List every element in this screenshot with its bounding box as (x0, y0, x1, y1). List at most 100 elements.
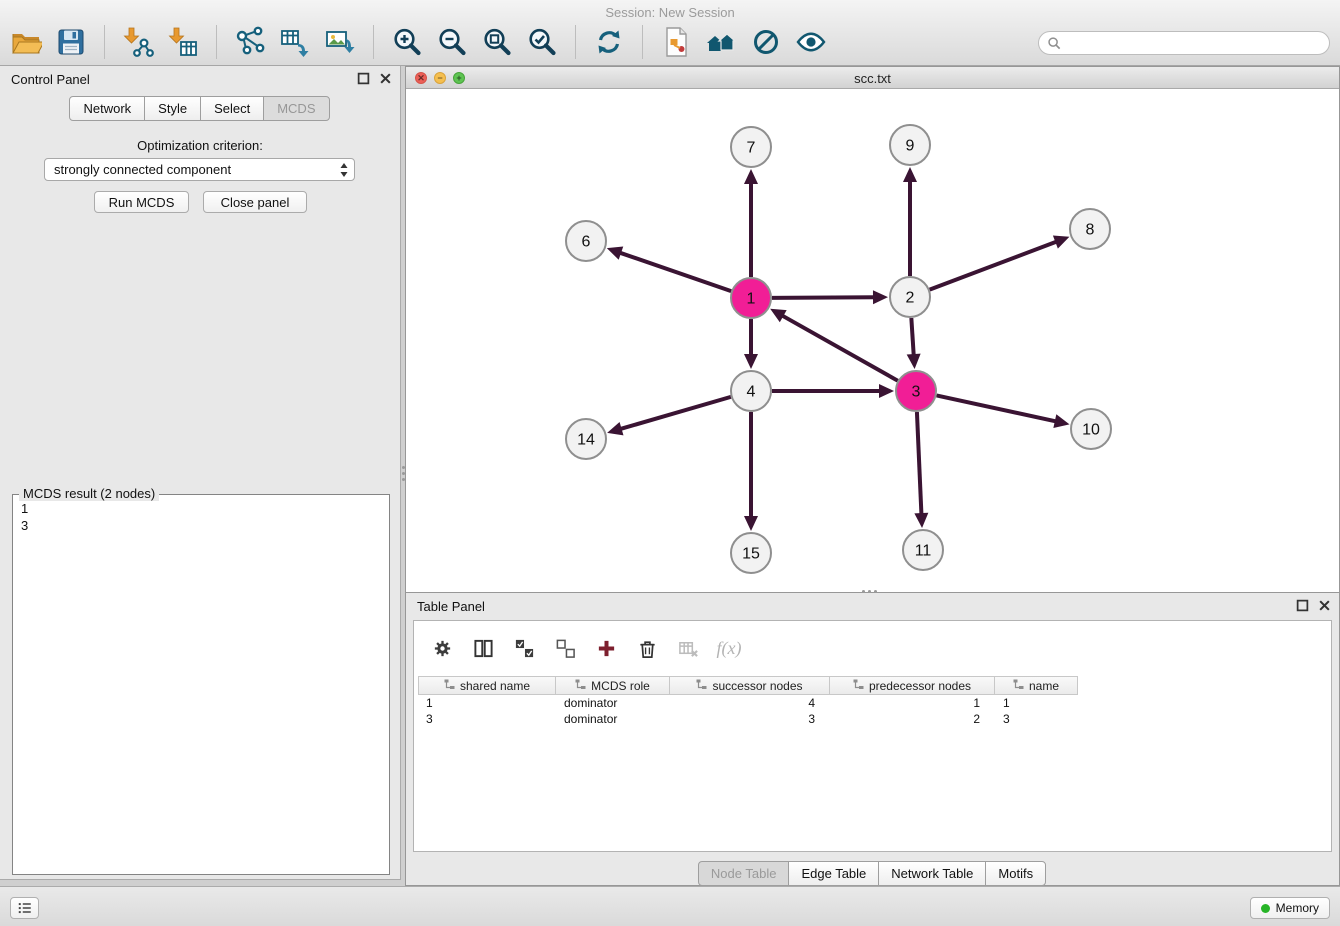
graph-node-2[interactable]: 2 (890, 277, 930, 317)
column-label: MCDS role (591, 679, 650, 693)
tab-select[interactable]: Select (200, 96, 264, 121)
graph-edge-3-11[interactable] (917, 412, 922, 515)
main-toolbar (8, 24, 829, 60)
graph-node-11[interactable]: 11 (903, 530, 943, 570)
graph-node-8[interactable]: 8 (1070, 209, 1110, 249)
tab-motifs[interactable]: Motifs (985, 861, 1046, 886)
table-row[interactable]: 1dominator411 (418, 695, 1078, 711)
table-body: 1dominator4113dominator323 (418, 695, 1078, 727)
zoom-out-icon[interactable] (434, 24, 470, 60)
graph-edge-3-10[interactable] (937, 395, 1057, 421)
float-panel-icon[interactable] (1296, 599, 1309, 612)
graph-edge-3-1[interactable] (781, 315, 897, 381)
toolbar-separator (575, 25, 576, 59)
open-network-file-icon[interactable] (658, 24, 694, 60)
sort-icon (853, 679, 864, 693)
table-row[interactable]: 3dominator323 (418, 711, 1078, 727)
tab-node-table[interactable]: Node Table (698, 861, 790, 886)
circle-slash-icon[interactable] (748, 24, 784, 60)
close-panel-button[interactable]: Close panel (203, 191, 307, 213)
graph-node-15[interactable]: 15 (731, 533, 771, 573)
svg-text:2: 2 (906, 290, 915, 307)
add-row-icon[interactable] (594, 637, 618, 661)
table-cell[interactable]: 1 (995, 695, 1078, 711)
column-label: successor nodes (712, 679, 802, 693)
table-cell[interactable]: 3 (670, 711, 830, 727)
table-cell[interactable]: dominator (556, 695, 670, 711)
svg-text:10: 10 (1082, 422, 1100, 439)
tab-edge-table[interactable]: Edge Table (788, 861, 879, 886)
graph-node-3[interactable]: 3 (896, 371, 936, 411)
tab-style[interactable]: Style (144, 96, 201, 121)
column-header-successor-nodes[interactable]: successor nodes (670, 676, 830, 695)
graph-node-7[interactable]: 7 (731, 127, 771, 167)
toolbar-separator (216, 25, 217, 59)
deselect-all-icon[interactable] (553, 637, 577, 661)
table-cell[interactable]: 4 (670, 695, 830, 711)
criterion-select[interactable]: strongly connected component (44, 158, 355, 181)
svg-text:6: 6 (582, 234, 591, 251)
export-image-icon[interactable] (322, 24, 358, 60)
run-mcds-button[interactable]: Run MCDS (94, 191, 189, 213)
ndex-home-icon[interactable] (703, 24, 739, 60)
graph-edge-2-3[interactable] (911, 318, 913, 356)
graph-edge-4-14[interactable] (620, 397, 731, 429)
search-input[interactable] (1065, 33, 1321, 53)
mcds-result-list: 13 (21, 500, 28, 534)
table-cell[interactable]: 1 (830, 695, 995, 711)
graph-node-10[interactable]: 10 (1071, 409, 1111, 449)
import-network-icon[interactable] (120, 24, 156, 60)
tab-mcds[interactable]: MCDS (263, 96, 329, 121)
new-network-icon[interactable] (232, 24, 268, 60)
vertical-splitter-handle[interactable] (401, 460, 405, 486)
toolbar-separator (373, 25, 374, 59)
select-all-icon[interactable] (512, 637, 536, 661)
clone-network-icon[interactable] (277, 24, 313, 60)
zoom-in-icon[interactable] (389, 24, 425, 60)
tab-network[interactable]: Network (69, 96, 145, 121)
table-toolbar: f(x) (414, 621, 1331, 676)
edge-arrowhead-icon (1053, 414, 1069, 428)
graph-edge-1-2[interactable] (772, 297, 875, 298)
table-cell[interactable]: 3 (418, 711, 556, 727)
column-header-predecessor-nodes[interactable]: predecessor nodes (830, 676, 995, 695)
graph-node-6[interactable]: 6 (566, 221, 606, 261)
column-header-mcds-role[interactable]: MCDS role (556, 676, 670, 695)
close-panel-icon[interactable] (1318, 599, 1331, 612)
import-table-icon[interactable] (165, 24, 201, 60)
column-header-name[interactable]: name (995, 676, 1078, 695)
zoom-fit-icon[interactable] (479, 24, 515, 60)
eye-icon[interactable] (793, 24, 829, 60)
graph-node-4[interactable]: 4 (731, 371, 771, 411)
delete-row-icon[interactable] (635, 637, 659, 661)
svg-text:14: 14 (577, 432, 595, 449)
refresh-icon[interactable] (591, 24, 627, 60)
sort-icon (444, 679, 455, 693)
network-graph-canvas[interactable]: 7 9 6 8 1 2 4 3 14 10 15 11 (406, 89, 1339, 593)
task-list-button[interactable] (10, 897, 39, 919)
close-panel-icon[interactable] (379, 72, 392, 85)
sort-icon (696, 679, 707, 693)
column-header-shared-name[interactable]: shared name (418, 676, 556, 695)
graph-node-1[interactable]: 1 (731, 278, 771, 318)
show-columns-icon[interactable] (471, 637, 495, 661)
table-cell[interactable]: 2 (830, 711, 995, 727)
tab-network-table[interactable]: Network Table (878, 861, 986, 886)
zoom-selected-icon[interactable] (524, 24, 560, 60)
save-session-icon[interactable] (53, 24, 89, 60)
graph-edge-2-8[interactable] (930, 241, 1058, 289)
float-panel-icon[interactable] (357, 72, 370, 85)
memory-status-dot (1261, 904, 1270, 913)
svg-text:7: 7 (747, 140, 756, 157)
edge-arrowhead-icon (744, 169, 758, 184)
graph-node-9[interactable]: 9 (890, 125, 930, 165)
table-cell[interactable]: 1 (418, 695, 556, 711)
open-session-icon[interactable] (8, 24, 44, 60)
table-cell[interactable]: 3 (995, 711, 1078, 727)
memory-button[interactable]: Memory (1250, 897, 1330, 919)
table-cell[interactable]: dominator (556, 711, 670, 727)
gear-icon[interactable] (430, 637, 454, 661)
graph-node-14[interactable]: 14 (566, 419, 606, 459)
graph-edge-1-6[interactable] (619, 252, 731, 291)
mcds-result-title: MCDS result (2 nodes) (19, 486, 159, 501)
